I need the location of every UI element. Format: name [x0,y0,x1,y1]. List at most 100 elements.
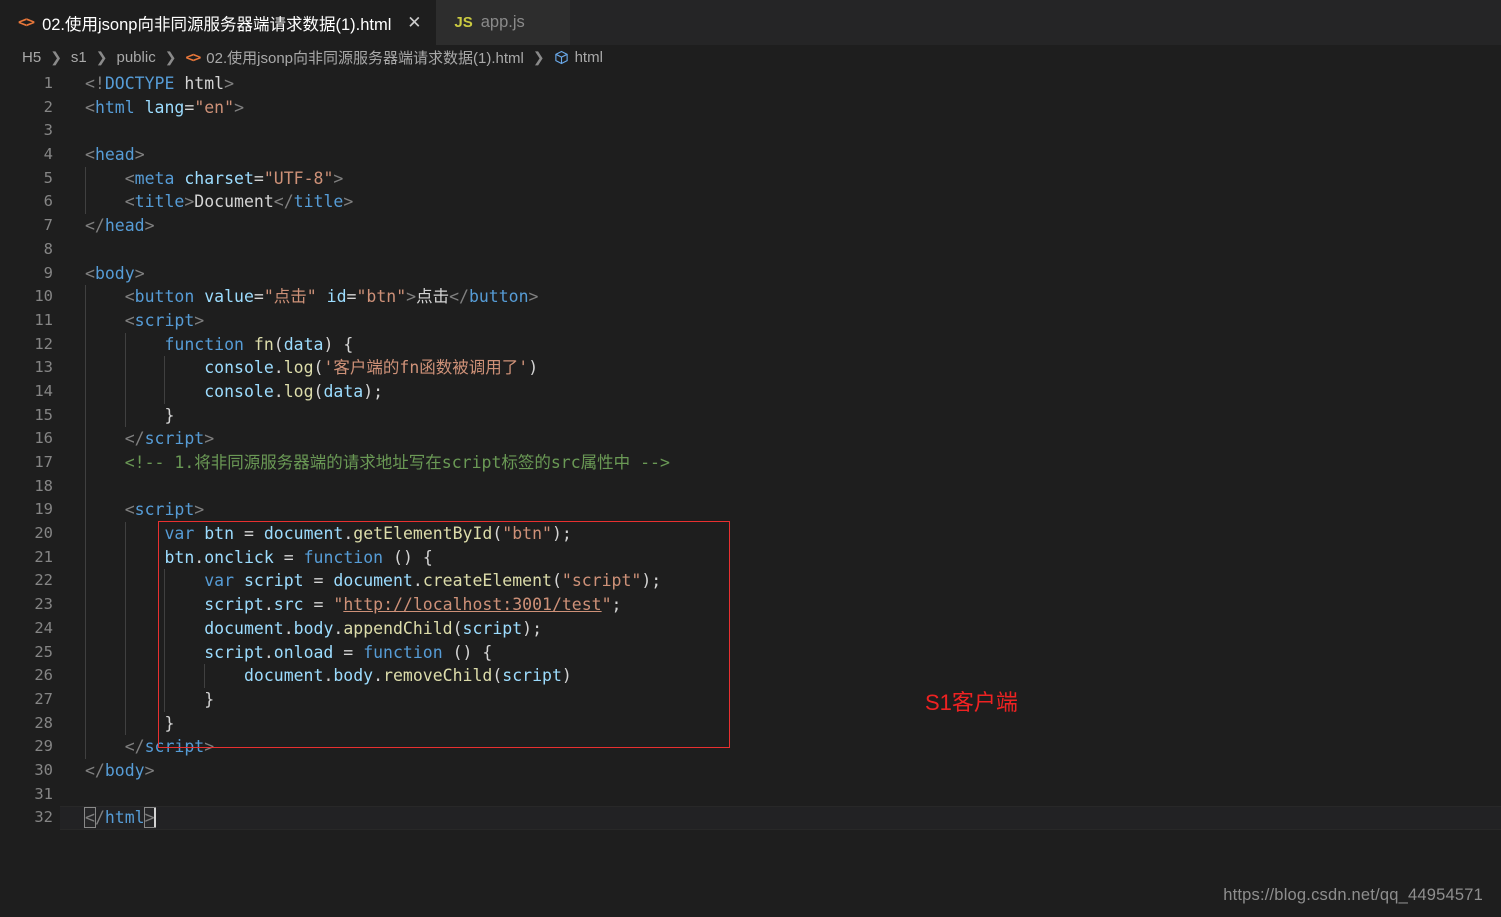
code-line[interactable]: 32 </html> [0,806,1501,830]
breadcrumb-item-symbol-html[interactable]: html [552,49,605,66]
code-token: createElement [422,571,552,591]
code-token: ); [641,571,662,591]
code-token: script [204,642,264,662]
editor-tab-bar: <> 02.使用jsonp向非同源服务器端请求数据(1).html ✕ JS a… [0,0,1501,45]
code-line[interactable]: 26 document.body.removeChild(script) [0,664,1501,688]
code-token: > [528,287,539,307]
line-number: 22 [34,571,53,590]
code-line[interactable]: 10 <button value="点击" id="btn">点击</butto… [0,285,1501,309]
code-text: var btn = document.getElementById("btn")… [85,522,572,546]
code-line[interactable]: 5 <meta charset="UTF-8"> [0,166,1501,191]
code-line[interactable]: 7 </head> [0,214,1501,238]
line-number: 23 [34,595,53,614]
code-token: > [194,310,205,330]
code-line[interactable]: 6 <title>Document</title> [0,190,1501,215]
close-icon[interactable]: ✕ [405,14,423,31]
code-token: </ [85,760,105,780]
code-line[interactable]: 2 <html lang="en"> [0,96,1501,120]
breadcrumb-separator-icon: ❯ [164,49,177,65]
code-token: ( [452,618,463,638]
code-text: function fn(data) { [85,333,353,357]
code-token: " [601,595,612,615]
code-line[interactable]: 30 </body> [0,759,1501,783]
line-number: 12 [34,334,53,353]
code-token: onload [273,642,334,662]
code-token: ; [611,595,622,615]
code-line[interactable]: 28 } [0,711,1501,736]
code-line[interactable]: 22 var script = document.createElement("… [0,569,1501,594]
close-icon[interactable]: ✕ [539,14,557,31]
code-token: > [134,263,145,283]
tab-bar-empty-area [569,0,1501,45]
line-number: 5 [43,168,53,187]
line-number: 2 [43,97,53,116]
code-token: / [94,808,105,828]
code-token: "点击" [263,287,317,307]
code-token: document [243,666,324,686]
code-line[interactable]: 24 document.body.appendChild(script); [0,616,1501,641]
code-token: script [134,310,195,330]
code-token: document [333,571,413,591]
code-token: document [263,524,344,544]
code-line[interactable]: 8 [0,238,1501,262]
breadcrumb-item-h5[interactable]: H5 [20,49,43,66]
code-line[interactable]: 1 <!DOCTYPE html> [0,72,1501,96]
code-token: title [134,192,185,212]
code-line[interactable]: 27 } [0,687,1501,712]
code-line[interactable]: 21 btn.onclick = function () { [0,545,1501,570]
line-number: 28 [34,713,53,732]
code-text: <head> [85,143,145,167]
code-text: <script> [85,498,204,522]
code-token: Document [194,192,274,212]
code-token: = [184,97,195,117]
line-number: 26 [34,666,53,685]
code-line[interactable]: 11 <script> [0,308,1501,333]
text-cursor [153,808,156,828]
code-editor[interactable]: 1 <!DOCTYPE html> 2 <html lang="en"> 3 4 <head… [0,70,1501,917]
line-number: 21 [34,547,53,566]
code-line[interactable]: 15 } [0,403,1501,428]
code-token: charset [184,168,254,188]
code-token: html [174,74,225,93]
code-text: script.onload = function () { [85,641,492,665]
code-token: <! [85,74,105,93]
code-token: head [94,145,135,165]
tab-html-file[interactable]: <> 02.使用jsonp向非同源服务器端请求数据(1).html ✕ [0,0,437,45]
code-text: <!-- 1.将非同源服务器端的请求地址写在script标签的src属性中 --… [85,451,670,475]
code-line[interactable]: 17 <!-- 1.将非同源服务器端的请求地址写在script标签的src属性中… [0,451,1501,475]
breadcrumb-item-public[interactable]: public [115,49,158,66]
code-token: "btn" [502,524,552,544]
code-token: data [283,334,324,354]
code-line[interactable]: 4 <head> [0,143,1501,167]
code-line[interactable]: 25 script.onload = function () { [0,640,1501,665]
code-token: } [85,689,215,709]
code-line[interactable]: 19 <script> [0,498,1501,523]
code-text: } [85,404,174,428]
code-line[interactable]: 23 script.src = "http://localhost:3001/t… [0,593,1501,617]
code-line[interactable]: 29 </script> [0,735,1501,759]
code-line[interactable]: 31 [0,783,1501,807]
breadcrumb-item-s1[interactable]: s1 [69,49,89,66]
code-token: ( [313,358,324,378]
code-line[interactable]: 9 <body> [0,262,1501,286]
code-token: </ [449,287,469,307]
code-line[interactable]: 20 var btn = document.getElementById("bt… [0,522,1501,546]
breadcrumb-label: s1 [70,49,87,66]
code-token: ); [551,524,572,544]
code-line[interactable]: 14 console.log(data); [0,379,1501,404]
code-line[interactable]: 13 console.log('客户端的fn函数被调用了') [0,356,1501,380]
code-line[interactable]: 18 [0,474,1501,499]
tab-js-file[interactable]: JS app.js ✕ [436,0,570,45]
code-line[interactable]: 12 function fn(data) { [0,332,1501,357]
code-token: script [243,571,304,591]
breadcrumb-item-file[interactable]: <> 02.使用jsonp向非同源服务器端请求数据(1).html [183,47,525,68]
code-line[interactable]: 3 [0,119,1501,143]
line-number: 30 [34,760,53,779]
code-line[interactable]: 16 </script> [0,427,1501,451]
code-text: console.log(data); [85,380,383,404]
